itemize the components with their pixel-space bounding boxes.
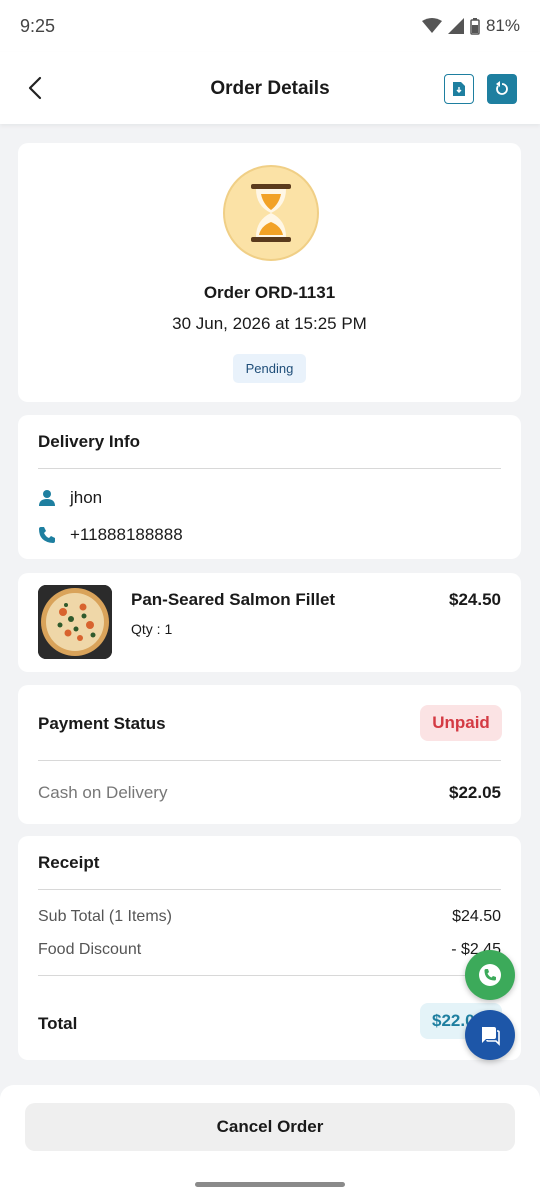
- call-fab-button[interactable]: [465, 950, 515, 1000]
- refresh-button[interactable]: [487, 74, 517, 104]
- order-status-badge: Pending: [233, 354, 306, 383]
- phone-call-icon: [479, 964, 501, 986]
- food-image: [38, 585, 112, 659]
- home-indicator[interactable]: [195, 1182, 345, 1187]
- wifi-icon: [421, 18, 442, 33]
- order-summary-card: Order ORD-1131 30 Jun, 2026 at 15:25 PM …: [18, 143, 521, 402]
- refresh-icon: [496, 81, 508, 95]
- subtotal-label: Sub Total (1 Items): [38, 908, 172, 925]
- delivery-name-row: jhon: [38, 488, 102, 508]
- bottom-action-bar: Cancel Order: [0, 1085, 540, 1200]
- divider: [38, 975, 501, 976]
- phone-icon: [39, 527, 55, 543]
- chat-fab-button[interactable]: [465, 1010, 515, 1060]
- status-icons: 81%: [421, 16, 520, 36]
- payment-method: Cash on Delivery: [38, 783, 168, 802]
- discount-label: Food Discount: [38, 941, 142, 958]
- total-label: Total: [38, 1014, 78, 1033]
- order-number: Order ORD-1131: [203, 283, 336, 302]
- status-bar: 9:25 81%: [0, 0, 540, 52]
- status-time: 9:25: [20, 16, 56, 36]
- battery-icon: [470, 17, 480, 35]
- payment-amount: $22.05: [449, 783, 501, 802]
- divider: [38, 760, 501, 761]
- delivery-phone-row: +11888188888: [38, 525, 183, 545]
- signal-icon: [447, 18, 464, 34]
- chat-icon: [482, 1027, 500, 1046]
- item-price: $24.50: [449, 590, 501, 609]
- order-item-card: Pan-Seared Salmon Fillet Qty : 1 $24.50: [18, 573, 521, 672]
- payment-status-badge: Unpaid: [420, 705, 502, 741]
- subtotal-value: $24.50: [452, 908, 501, 925]
- invoice-icon: [453, 82, 465, 96]
- delivery-info-card: Delivery Info jhon +11888188888: [18, 415, 521, 559]
- payment-status-title: Payment Status: [38, 714, 166, 733]
- delivery-phone[interactable]: +11888188888: [70, 525, 183, 545]
- item-name: Pan-Seared Salmon Fillet: [131, 590, 336, 609]
- invoice-button[interactable]: [444, 74, 474, 104]
- battery-level: 81%: [485, 16, 520, 35]
- hourglass-icon: [223, 165, 319, 261]
- receipt-title: Receipt: [38, 853, 100, 872]
- payment-status-card: Payment Status Unpaid Cash on Delivery $…: [18, 685, 521, 824]
- cancel-order-button[interactable]: Cancel Order: [25, 1103, 515, 1151]
- divider: [38, 468, 501, 469]
- app-bar: Order Details: [0, 52, 540, 124]
- person-icon: [39, 490, 55, 506]
- delivery-info-title: Delivery Info: [38, 432, 141, 451]
- receipt-card: Receipt Sub Total (1 Items) $24.50 Food …: [18, 836, 521, 1060]
- item-quantity: Qty : 1: [131, 621, 173, 637]
- delivery-name: jhon: [70, 488, 103, 507]
- order-datetime: 30 Jun, 2026 at 15:25 PM: [172, 314, 367, 333]
- divider: [38, 889, 501, 890]
